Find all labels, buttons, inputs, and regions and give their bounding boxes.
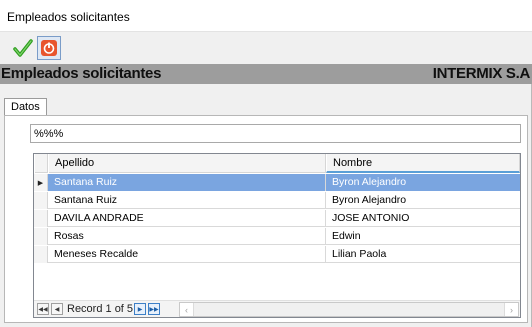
form-title: Empleados solicitantes — [1, 65, 162, 82]
current-row-arrow-icon: ▶ — [34, 174, 48, 191]
last-record-button[interactable]: ▶▶ — [148, 303, 160, 315]
row-indicator-header — [34, 154, 48, 173]
first-icon: ◀◀ — [38, 306, 48, 313]
window-title: Empleados solicitantes — [7, 10, 130, 24]
cell-apellido[interactable]: Santana Ruiz — [48, 192, 326, 209]
row-indicator — [34, 228, 48, 245]
cell-nombre[interactable]: Byron Alejandro — [326, 174, 520, 191]
cell-apellido[interactable]: Meneses Recalde — [48, 246, 326, 263]
cell-apellido[interactable]: Rosas — [48, 228, 326, 245]
table-row[interactable]: Meneses Recalde Lilian Paola — [34, 246, 520, 263]
first-record-button[interactable]: ◀◀ — [37, 303, 49, 315]
row-indicator — [34, 210, 48, 227]
column-header-apellido[interactable]: Apellido — [48, 154, 326, 173]
accept-button[interactable] — [11, 36, 35, 60]
cell-nombre[interactable]: Lilian Paola — [326, 246, 520, 263]
title-bar: Empleados solicitantes — [0, 0, 532, 32]
scroll-left-icon[interactable]: ‹ — [180, 303, 194, 316]
tab-strip: Datos — [0, 94, 532, 116]
last-icon: ▶▶ — [149, 306, 159, 313]
grid-header: Apellido Nombre — [34, 154, 520, 173]
cell-nombre[interactable]: JOSE ANTONIO — [326, 210, 520, 227]
cell-apellido[interactable]: DAVILA ANDRADE — [48, 210, 326, 227]
row-indicator — [34, 246, 48, 263]
next-icon: ▶ — [137, 306, 143, 313]
cell-apellido[interactable]: Santana Ruiz — [48, 174, 326, 191]
green-checkmark-icon — [13, 39, 33, 57]
horizontal-scrollbar[interactable]: ‹ › — [179, 302, 519, 317]
app-window: Empleados solicitantes Empleados solicit… — [0, 0, 532, 327]
scroll-right-icon[interactable]: › — [504, 303, 518, 316]
previous-record-button[interactable]: ◀ — [51, 303, 63, 315]
form-header: Empleados solicitantes INTERMIX S.A — [0, 64, 532, 84]
cell-nombre[interactable]: Byron Alejandro — [326, 192, 520, 209]
next-record-button[interactable]: ▶ — [134, 303, 146, 315]
table-row[interactable]: ▶ Santana Ruiz Byron Alejandro — [34, 174, 520, 191]
power-button-icon — [41, 40, 57, 56]
table-row[interactable]: DAVILA ANDRADE JOSE ANTONIO — [34, 210, 520, 227]
column-header-nombre[interactable]: Nombre — [326, 154, 520, 173]
table-row[interactable]: Santana Ruiz Byron Alejandro — [34, 192, 520, 209]
company-name: INTERMIX S.A — [432, 65, 531, 82]
cell-nombre[interactable]: Edwin — [326, 228, 520, 245]
tab-datos[interactable]: Datos — [4, 98, 47, 116]
search-input[interactable] — [30, 124, 521, 143]
table-row[interactable]: Rosas Edwin — [34, 228, 520, 245]
employees-grid: Apellido Nombre ▶ Santana Ruiz Byron Ale… — [33, 153, 521, 318]
record-navigator: ◀◀ ◀ Record 1 of 5 ▶ ▶▶ ‹ › — [34, 300, 520, 317]
row-indicator — [34, 192, 48, 209]
toolbar — [0, 32, 532, 64]
exit-button[interactable] — [37, 36, 61, 60]
previous-icon: ◀ — [54, 306, 60, 313]
record-position-text: Record 1 of 5 — [67, 303, 134, 315]
